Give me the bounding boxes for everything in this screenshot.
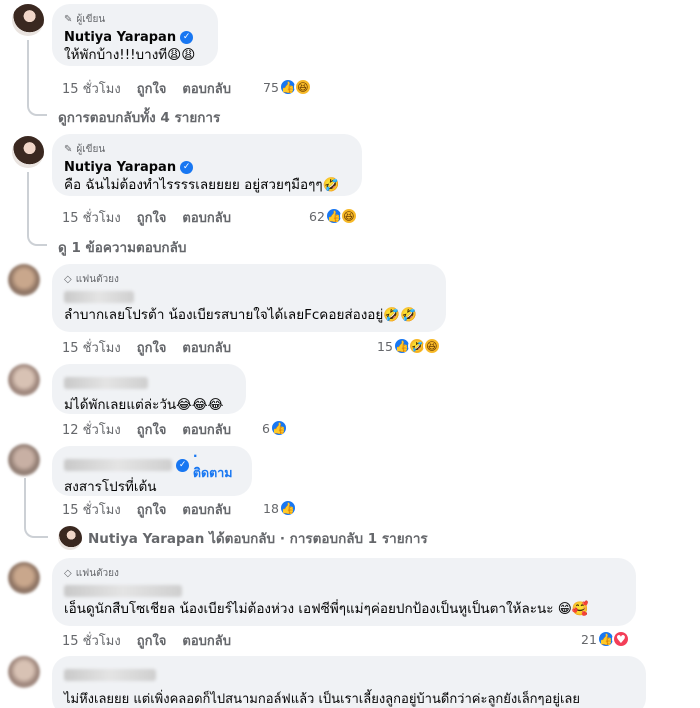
- comment-text: ลำบากเลยโปรต้า น้องเบียรสบายใจได้เลยFcคอ…: [64, 307, 417, 323]
- like-button[interactable]: ถูกใจ: [137, 78, 167, 99]
- reaction-count: 75: [263, 79, 279, 95]
- reaction-summary[interactable]: 75 👍 😆: [263, 78, 312, 96]
- comment-actions: 15 ชั่วโมง ถูกใจ ตอบกลับ: [62, 500, 231, 518]
- avatar[interactable]: [8, 264, 40, 296]
- like-button[interactable]: ถูกใจ: [137, 499, 167, 520]
- comment-bubble: ✓ · ติดตาม สงสารโปรที่เต้น: [52, 446, 252, 496]
- like-button[interactable]: ถูกใจ: [137, 419, 167, 440]
- avatar[interactable]: [12, 136, 44, 168]
- thread-connector: [27, 172, 47, 246]
- comment-actions: 15 ชั่วโมง ถูกใจ ตอบกลับ: [62, 631, 231, 649]
- comment-actions: 12 ชั่วโมง ถูกใจ ตอบกลับ: [62, 420, 231, 438]
- commenter-name[interactable]: [64, 374, 234, 392]
- commenter-name[interactable]: Nutiya Yarapan ✓: [64, 158, 350, 176]
- comment-actions: 15 ชั่วโมง ถูกใจ ตอบกลับ: [62, 79, 231, 97]
- author-badge: ✎ ผู้เขียน: [64, 13, 106, 25]
- comment-text: ไม่หึงเลยยย แต่เพิ่งคลอดก็ไปสนามกอล์ฟแล้…: [64, 692, 580, 707]
- like-reaction-icon: 👍: [278, 499, 297, 517]
- haha-reaction-icon: 😆: [339, 207, 358, 225]
- like-button[interactable]: ถูกใจ: [137, 337, 167, 358]
- comment-bubble: ไม่หึงเลยยย แต่เพิ่งคลอดก็ไปสนามกอล์ฟแล้…: [52, 656, 646, 708]
- timestamp[interactable]: 15 ชั่วโมง: [62, 337, 121, 358]
- comment-bubble: ◇ แฟนตัวยง ลำบากเลยโปรต้า น้องเบียรสบายใจ…: [52, 264, 446, 332]
- reply-button[interactable]: ตอบกลับ: [182, 419, 231, 440]
- reaction-count: 6: [262, 420, 270, 436]
- view-replies-link[interactable]: ดูการตอบกลับทั้ง 4 รายการ: [58, 106, 220, 128]
- haha-reaction-icon: 😆: [422, 337, 441, 355]
- reaction-summary[interactable]: 15 👍 🤣 😆: [377, 337, 441, 355]
- reply-button[interactable]: ตอบกลับ: [182, 78, 231, 99]
- avatar[interactable]: [8, 656, 40, 688]
- thread-connector: [24, 478, 48, 538]
- avatar: [58, 526, 82, 550]
- comment-bubble: ม่ได้พักเลยแต่ล่ะวัน😂😂😂: [52, 364, 246, 414]
- like-reaction-icon: 👍: [269, 419, 288, 437]
- fan-badge: ◇ แฟนตัวยง: [64, 273, 119, 285]
- comment-bubble: ✎ ผู้เขียน Nutiya Yarapan ✓ ให้พักบ้าง!!!บ…: [52, 4, 218, 66]
- like-button[interactable]: ถูกใจ: [137, 630, 167, 651]
- verified-badge-icon: ✓: [180, 160, 194, 174]
- reply-button[interactable]: ตอบกลับ: [182, 207, 231, 228]
- view-replies-link[interactable]: ดู 1 ข้อความตอบกลับ: [58, 236, 186, 258]
- timestamp[interactable]: 15 ชั่วโมง: [62, 630, 121, 651]
- avatar[interactable]: [8, 562, 40, 594]
- author-badge: ✎ ผู้เขียน: [64, 143, 106, 155]
- comment-actions: 15 ชั่วโมง ถูกใจ ตอบกลับ: [62, 208, 231, 226]
- verified-badge-icon: ✓: [176, 458, 189, 472]
- comment-text: เอ็นดูนักสืบโซเชียล น้องเบียร์ไม่ต้องห่ว…: [64, 601, 589, 617]
- thread-connector: [27, 40, 47, 116]
- pencil-icon: ✎: [64, 143, 73, 155]
- verified-badge-icon: ✓: [180, 30, 194, 44]
- comment-bubble: ◇ แฟนตัวยง เอ็นดูนักสืบโซเชียล น้องเบียร์…: [52, 558, 636, 626]
- reaction-summary[interactable]: 6 👍: [262, 419, 288, 437]
- reaction-count: 18: [263, 500, 279, 516]
- reply-button[interactable]: ตอบกลับ: [182, 630, 231, 651]
- reply-summary-link[interactable]: Nutiya Yarapan ได้ตอบกลับ · การตอบกลับ 1…: [58, 526, 428, 550]
- comment-text: คือ ฉันไม่ต้องทำไรรรรเลยยยย อยู่สวยๆมือๆ…: [64, 177, 340, 193]
- commenter-name[interactable]: [64, 666, 634, 684]
- like-button[interactable]: ถูกใจ: [137, 207, 167, 228]
- reaction-summary[interactable]: 62 👍 😆: [309, 207, 358, 225]
- comment-bubble: ✎ ผู้เขียน Nutiya Yarapan ✓ คือ ฉันไม่ต้อง…: [52, 134, 362, 196]
- fan-badge: ◇ แฟนตัวยง: [64, 567, 119, 579]
- comment-actions: 15 ชั่วโมง ถูกใจ ตอบกลับ: [62, 338, 231, 356]
- avatar[interactable]: [8, 364, 40, 396]
- reaction-count: 15: [377, 338, 393, 354]
- reply-button[interactable]: ตอบกลับ: [182, 337, 231, 358]
- reply-button[interactable]: ตอบกลับ: [182, 499, 231, 520]
- reaction-summary[interactable]: 18 👍: [263, 499, 297, 517]
- commenter-name[interactable]: ✓ · ติดตาม: [64, 448, 240, 480]
- commenter-name[interactable]: [64, 582, 624, 600]
- timestamp[interactable]: 15 ชั่วโมง: [62, 499, 121, 520]
- love-reaction-icon: ♥: [611, 630, 630, 648]
- diamond-icon: ◇: [64, 273, 72, 285]
- timestamp[interactable]: 15 ชั่วโมง: [62, 207, 121, 228]
- comment-text: ให้พักบ้าง!!!บางที😩😩: [64, 47, 196, 63]
- commenter-name[interactable]: Nutiya Yarapan ✓: [64, 28, 206, 46]
- pencil-icon: ✎: [64, 13, 73, 25]
- timestamp[interactable]: 15 ชั่วโมง: [62, 78, 121, 99]
- timestamp[interactable]: 12 ชั่วโมง: [62, 419, 121, 440]
- commenter-name[interactable]: [64, 288, 434, 306]
- avatar[interactable]: [8, 444, 40, 476]
- reaction-count: 21: [581, 631, 597, 647]
- haha-reaction-icon: 😆: [293, 78, 312, 96]
- avatar[interactable]: [12, 4, 44, 36]
- diamond-icon: ◇: [64, 567, 72, 579]
- follow-button[interactable]: · ติดตาม: [193, 448, 240, 483]
- reaction-summary[interactable]: 21 👍 ♥: [581, 630, 630, 648]
- comment-text: ม่ได้พักเลยแต่ล่ะวัน😂😂😂: [64, 397, 224, 413]
- reaction-count: 62: [309, 208, 325, 224]
